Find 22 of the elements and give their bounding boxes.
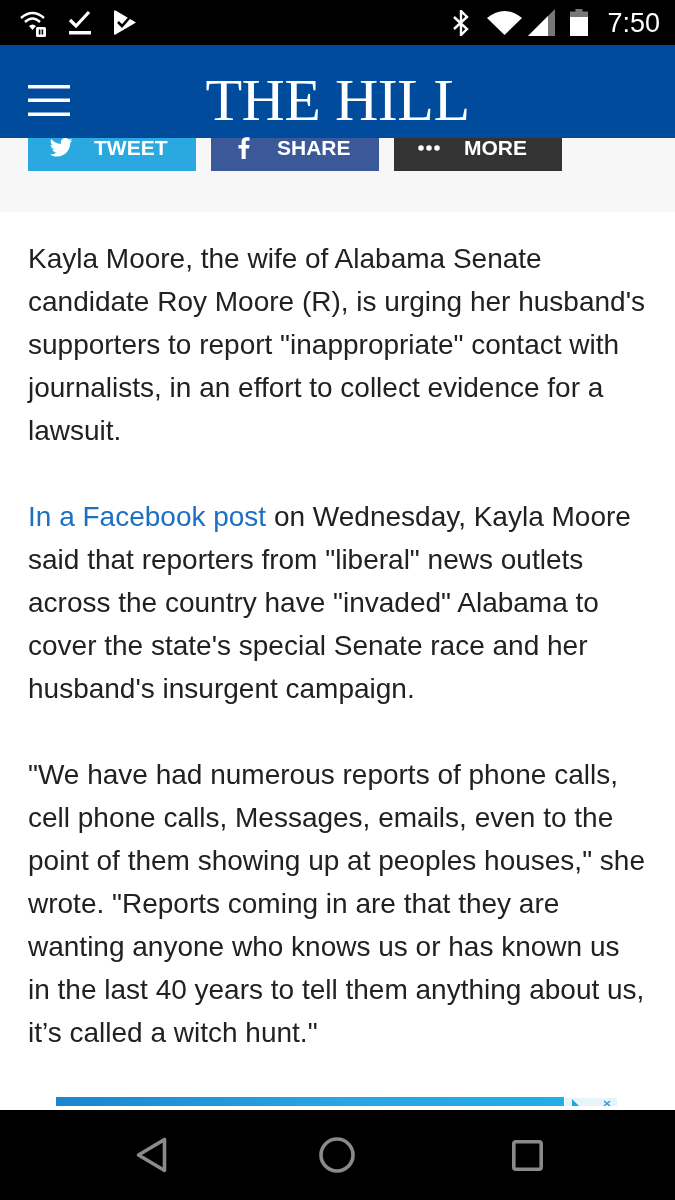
ad-image[interactable] <box>56 1097 618 1106</box>
share-button[interactable]: SHARE <box>211 138 379 171</box>
recents-icon[interactable] <box>512 1139 543 1171</box>
article-paragraph: "We have had numerous reports of phone calls, cell phone calls, Messages, emails, even to the point of them showing up at peoples houses," she wrote. "Reports coming in are that they are wanting anyone who knows us or has known us in the last 40 years to tell them anything about us, it’s called a witch hunt." <box>28 758 646 1050</box>
post-link[interactable]: In a Facebook post <box>28 501 267 532</box>
signal-icon <box>528 9 556 36</box>
check-underline-icon <box>68 10 92 35</box>
bird-icon <box>49 137 73 158</box>
article-paragraph: In a Facebook post on Wednesday, Kayla Moore said that reporters from "liberal" news outlets across the country have "invaded" Alabama to cover the state's special Senate race and her husband's insurgent campaign. <box>28 500 632 706</box>
back-icon[interactable] <box>136 1137 167 1173</box>
home-icon[interactable] <box>319 1137 355 1173</box>
menu-icon[interactable] <box>28 84 70 116</box>
letter-f-icon <box>238 136 250 159</box>
play-check-icon <box>113 10 137 35</box>
ellipsis-icon <box>418 144 440 151</box>
more-button[interactable]: MORE <box>394 138 562 171</box>
wifi-icon <box>487 10 523 35</box>
battery-icon <box>570 9 589 36</box>
status-time: 7:50 <box>607 7 660 38</box>
article-paragraph: Kayla Moore, the wife of Alabama Senate candidate Roy Moore (R), is urging her husband's supporters to report "inappropriate" contact with journalists, in an effort to collect evidence for a lawsuit. <box>28 242 646 448</box>
bluetooth-icon <box>452 9 471 36</box>
ad-info-icon[interactable] <box>564 1097 618 1106</box>
